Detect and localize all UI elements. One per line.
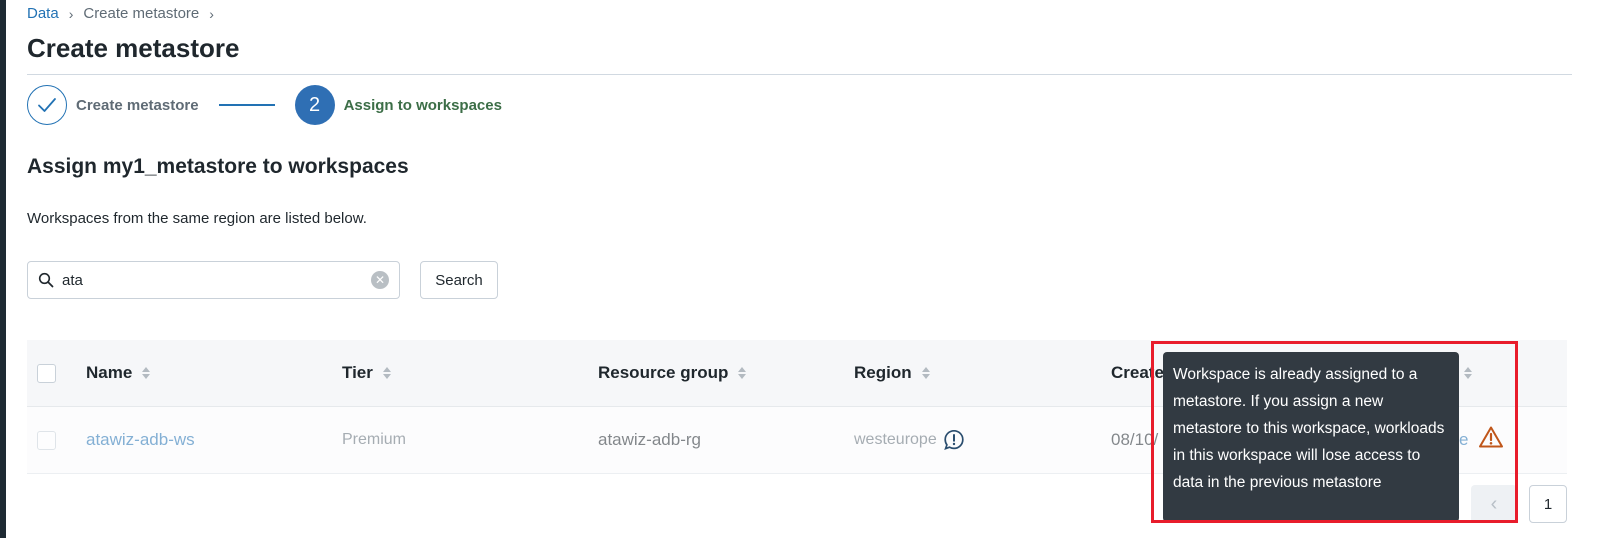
- left-rail: [0, 0, 6, 538]
- step-2-indicator[interactable]: 2: [294, 85, 335, 125]
- clear-search-icon[interactable]: ✕: [371, 271, 389, 289]
- search-button[interactable]: Search: [420, 261, 498, 299]
- check-icon: [38, 98, 56, 112]
- column-header-label: Name: [86, 363, 133, 382]
- step-1-label[interactable]: Create metastore: [76, 97, 199, 114]
- column-header-resource-group[interactable]: Resource group: [598, 340, 747, 406]
- workspace-resource-group: atawiz-adb-rg: [598, 430, 701, 449]
- sort-icon[interactable]: [738, 367, 747, 379]
- workspace-name-link[interactable]: atawiz-adb-ws: [86, 430, 195, 450]
- step-2-label[interactable]: Assign to workspaces: [344, 97, 502, 114]
- breadcrumb: Data › Create metastore ›: [27, 5, 214, 22]
- page-title: Create metastore: [27, 33, 240, 63]
- step-1-indicator[interactable]: [27, 85, 67, 125]
- column-header-label: Resource group: [598, 363, 729, 382]
- column-header-tier[interactable]: Tier: [342, 340, 391, 406]
- breadcrumb-link-data[interactable]: Data: [27, 5, 59, 22]
- row-checkbox[interactable]: [37, 430, 56, 450]
- section-description: Workspaces from the same region are list…: [27, 210, 367, 227]
- workspace-tier: Premium: [342, 431, 407, 448]
- step-connector: [218, 104, 275, 106]
- column-header-label: Tier: [342, 363, 373, 382]
- pagination-page-button[interactable]: 1: [1529, 485, 1567, 523]
- column-header-region[interactable]: Region: [854, 340, 930, 406]
- region-info-icon[interactable]: [943, 429, 965, 451]
- breadcrumb-separator: ›: [68, 5, 74, 22]
- breadcrumb-separator: ›: [209, 5, 214, 22]
- column-header-name[interactable]: Name: [86, 340, 151, 406]
- select-all-checkbox[interactable]: [37, 363, 56, 383]
- breadcrumb-link-create-metastore[interactable]: Create metastore: [83, 5, 199, 22]
- title-divider: [27, 74, 1572, 75]
- search-icon: [38, 272, 54, 288]
- column-header-label: Region: [854, 363, 912, 382]
- sort-icon[interactable]: [382, 367, 391, 379]
- section-title: Assign my1_metastore to workspaces: [27, 155, 409, 178]
- stepper: Create metastore 2 Assign to workspaces: [27, 85, 502, 125]
- search-field[interactable]: ✕: [27, 261, 400, 299]
- sort-icon[interactable]: [142, 367, 151, 379]
- sort-icon[interactable]: [921, 367, 930, 379]
- highlight-box: [1151, 341, 1518, 523]
- workspace-region: westeurope: [854, 431, 937, 448]
- search-input[interactable]: [62, 271, 371, 289]
